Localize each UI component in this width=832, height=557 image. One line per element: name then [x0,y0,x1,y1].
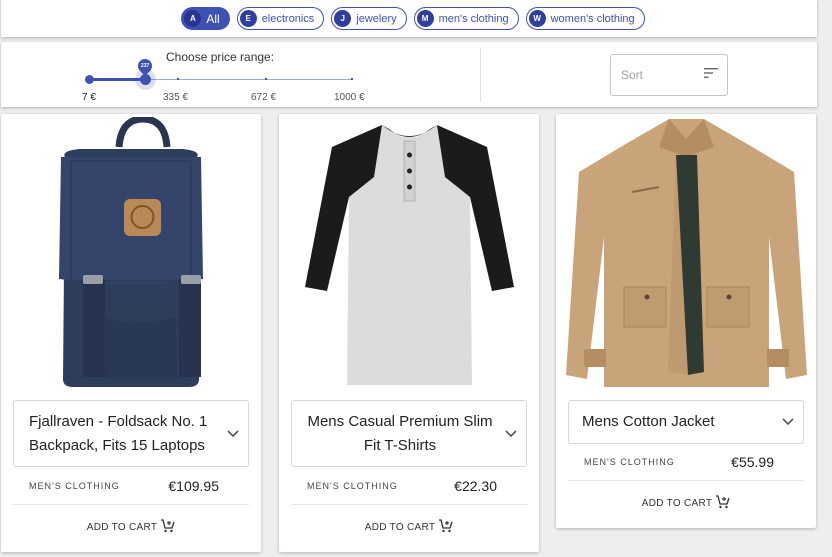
product-meta: MEN'S CLOTHING €55.99 [584,454,774,470]
chip-label: women's clothing [550,12,635,25]
product-title-dropdown[interactable]: Fjallraven - Foldsack No. 1 Backpack, Fi… [13,400,249,467]
add-to-cart-label: ADD TO CART [641,498,713,509]
product-price: €22.30 [454,478,497,494]
price-range-label: Choose price range: [166,50,275,64]
chip-avatar: M [416,10,434,27]
product-card: Mens Casual Premium Slim Fit T-Shirts ME… [279,114,539,552]
add-shopping-cart-icon [160,519,175,536]
chevron-down-icon [773,418,803,426]
card-divider [568,480,804,481]
chip-avatar: W [528,10,546,27]
filter-bar: Choose price range: 237 7 € 335 € 672 € … [1,42,817,107]
chevron-down-icon [496,429,526,438]
product-image-backpack[interactable] [1,114,261,394]
price-slider-value: 237 [140,63,150,69]
sort-icon [704,66,718,84]
product-price: €55.99 [731,454,774,470]
product-category: MEN'S CLOTHING [307,481,398,491]
chip-label: jewelery [356,12,397,25]
product-title: Mens Casual Premium Slim Fit T-Shirts [307,412,493,454]
slider-mark [351,78,353,80]
chevron-down-icon [218,429,248,438]
product-title: Fjallraven - Foldsack No. 1 Backpack, Fi… [29,412,208,454]
add-to-cart-label: ADD TO CART [86,522,158,533]
sort-placeholder: Sort [621,68,644,82]
tick-label: 672 € [251,92,277,103]
chip-label: electronics [261,12,315,25]
slider-mark [177,78,179,80]
filter-divider [480,48,481,102]
chip-avatar: E [239,10,257,27]
add-to-cart-button[interactable]: ADD TO CART [556,495,816,512]
chip-all[interactable]: A All [181,7,230,30]
slider-mark [265,78,267,80]
card-divider [13,504,249,505]
product-title: Mens Cotton Jacket [582,413,715,430]
product-card: Fjallraven - Foldsack No. 1 Backpack, Fi… [1,114,261,552]
price-slider-thumb-max[interactable] [140,74,151,85]
card-divider [291,504,527,505]
chip-mens-clothing[interactable]: M men's clothing [413,7,519,30]
chip-jewelery[interactable]: J jewelery [331,7,407,30]
tick-label: 335 € [163,92,189,103]
product-card: Mens Cotton Jacket MEN'S CLOTHING €55.99… [556,114,816,528]
add-to-cart-button[interactable]: ADD TO CART [279,519,539,536]
tick-label: 7 € [82,92,96,103]
add-to-cart-button[interactable]: ADD TO CART [1,519,261,536]
product-meta: MEN'S CLOTHING €22.30 [307,478,497,494]
product-image-jacket[interactable] [556,114,816,394]
add-to-cart-label: ADD TO CART [364,522,436,533]
chip-womens-clothing[interactable]: W women's clothing [525,7,645,30]
product-meta: MEN'S CLOTHING €109.95 [29,478,219,494]
product-title-dropdown[interactable]: Mens Cotton Jacket [568,400,804,444]
product-price: €109.95 [168,478,219,494]
product-image-tshirt[interactable] [279,114,539,394]
chip-label: All [206,11,220,26]
tick-label: 1000 € [334,92,365,103]
add-shopping-cart-icon [438,519,453,536]
product-category: MEN'S CLOTHING [584,457,675,467]
chip-electronics[interactable]: E electronics [236,7,325,30]
sort-select[interactable]: Sort [610,54,728,96]
product-title-dropdown[interactable]: Mens Casual Premium Slim Fit T-Shirts [291,400,527,467]
price-slider-thumb-min[interactable] [85,75,94,84]
chip-avatar: A [184,10,202,27]
category-chip-bar: A All E electronics J jewelery M men's c… [1,0,817,37]
product-category: MEN'S CLOTHING [29,481,120,491]
chip-avatar: J [334,10,352,27]
add-shopping-cart-icon [715,495,730,512]
chip-label: men's clothing [438,12,509,25]
